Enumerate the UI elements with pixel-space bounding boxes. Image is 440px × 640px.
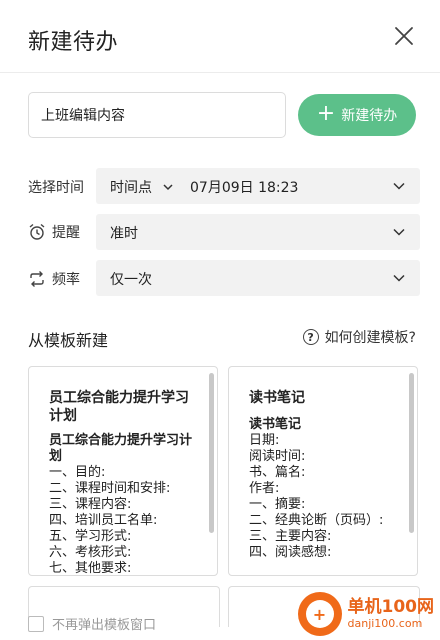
repeat-label-text: 频率 (52, 272, 80, 288)
new-todo-button-label: 新建待办 (341, 108, 398, 124)
template-line: 三、主要内容: (249, 529, 332, 544)
question-icon: ? (302, 329, 319, 345)
template-card-body: 员工综合能力提升学习计划 一、目的: 二、课程时间和安排: 三、课程内容: 四、… (49, 433, 199, 576)
help-label: 如何创建模板? (324, 330, 416, 346)
repeat-label: 频率 (28, 269, 80, 289)
template-line: 二、课程时间和安排: (49, 481, 171, 496)
how-to-create-template-link[interactable]: ? 如何创建模板? (302, 327, 416, 347)
remind-select[interactable]: 准时 (96, 214, 420, 250)
todo-title-input[interactable] (28, 92, 286, 138)
template-line: 一、目的: (49, 465, 106, 480)
template-line: 阅读时间: (249, 449, 306, 464)
time-mode-value: 时间点 (110, 180, 152, 196)
template-body-heading: 员工综合能力提升学习计划 (49, 433, 193, 464)
plus-circle-icon: + (305, 600, 334, 628)
remind-label: 提醒 (28, 222, 80, 242)
time-value: 07月09日 18:23 (190, 180, 299, 196)
dont-show-checkbox[interactable] (28, 615, 44, 632)
template-line: 七、其他要求: (49, 561, 132, 576)
template-line: 作者: (249, 481, 280, 496)
watermark-logo-icon: + (297, 592, 342, 636)
template-line: 二、经典论断（页码）: (249, 513, 384, 528)
new-todo-button[interactable]: + 新建待办 (298, 94, 416, 136)
dont-show-label: 不再弹出模板窗口 (52, 618, 157, 633)
chevron-down-icon (393, 228, 405, 236)
template-card-study-plan[interactable]: 员工综合能力提升学习计划 员工综合能力提升学习计划 一、目的: 二、课程时间和安… (28, 366, 218, 576)
template-card-body: 读书笔记 日期: 阅读时间: 书、篇名: 作者: 一、摘要: 二、经典论断（页码… (249, 417, 399, 561)
template-line: 五、学习形式: (49, 529, 132, 544)
alarm-clock-icon (29, 223, 45, 240)
template-line: 书、篇名: (249, 465, 306, 480)
watermark-name: 单机100网 (347, 597, 435, 617)
template-card-title: 读书笔记 (249, 390, 305, 406)
time-mode-select[interactable]: 时间点 (110, 177, 174, 197)
watermark-url: danji100.com (347, 617, 423, 630)
template-line: 三、课程内容: (49, 497, 132, 512)
chevron-down-icon (393, 182, 405, 190)
template-card-title: 员工综合能力提升学习计划 (49, 390, 189, 424)
scrollbar[interactable] (209, 373, 214, 533)
watermark: + 单机100网 danji100.com (297, 592, 435, 636)
template-line: 一、摘要: (249, 497, 306, 512)
watermark-text: 单机100网 danji100.com (348, 597, 435, 631)
time-select[interactable]: 时间点 07月09日 18:23 (96, 168, 420, 204)
template-line: 六、考核形式: (49, 545, 132, 560)
repeat-select[interactable]: 仅一次 (96, 260, 420, 296)
time-label: 选择时间 (28, 177, 84, 197)
chevron-down-icon (163, 184, 173, 191)
dialog-header: 新建待办 (0, 0, 440, 73)
template-section-title: 从模板新建 (28, 331, 109, 350)
remind-label-text: 提醒 (52, 225, 80, 241)
template-line: 四、培训员工名单: (49, 513, 158, 528)
dialog-title: 新建待办 (28, 30, 119, 55)
template-line: 四、阅读感想: (249, 545, 332, 560)
remind-value: 准时 (110, 226, 138, 242)
repeat-value: 仅一次 (110, 272, 152, 288)
chevron-down-icon (393, 274, 405, 282)
dont-show-template-option[interactable]: 不再弹出模板窗口 (28, 614, 156, 633)
repeat-icon (30, 271, 44, 287)
template-card-reading-notes[interactable]: 读书笔记 读书笔记 日期: 阅读时间: 书、篇名: 作者: 一、摘要: 二、经典… (228, 366, 418, 576)
scrollbar[interactable] (409, 373, 414, 533)
time-label-text: 选择时间 (28, 180, 84, 196)
template-body-heading: 读书笔记 (249, 417, 302, 432)
plus-icon: + (316, 101, 336, 126)
close-icon[interactable] (392, 24, 416, 48)
template-line: 日期: (249, 433, 280, 448)
